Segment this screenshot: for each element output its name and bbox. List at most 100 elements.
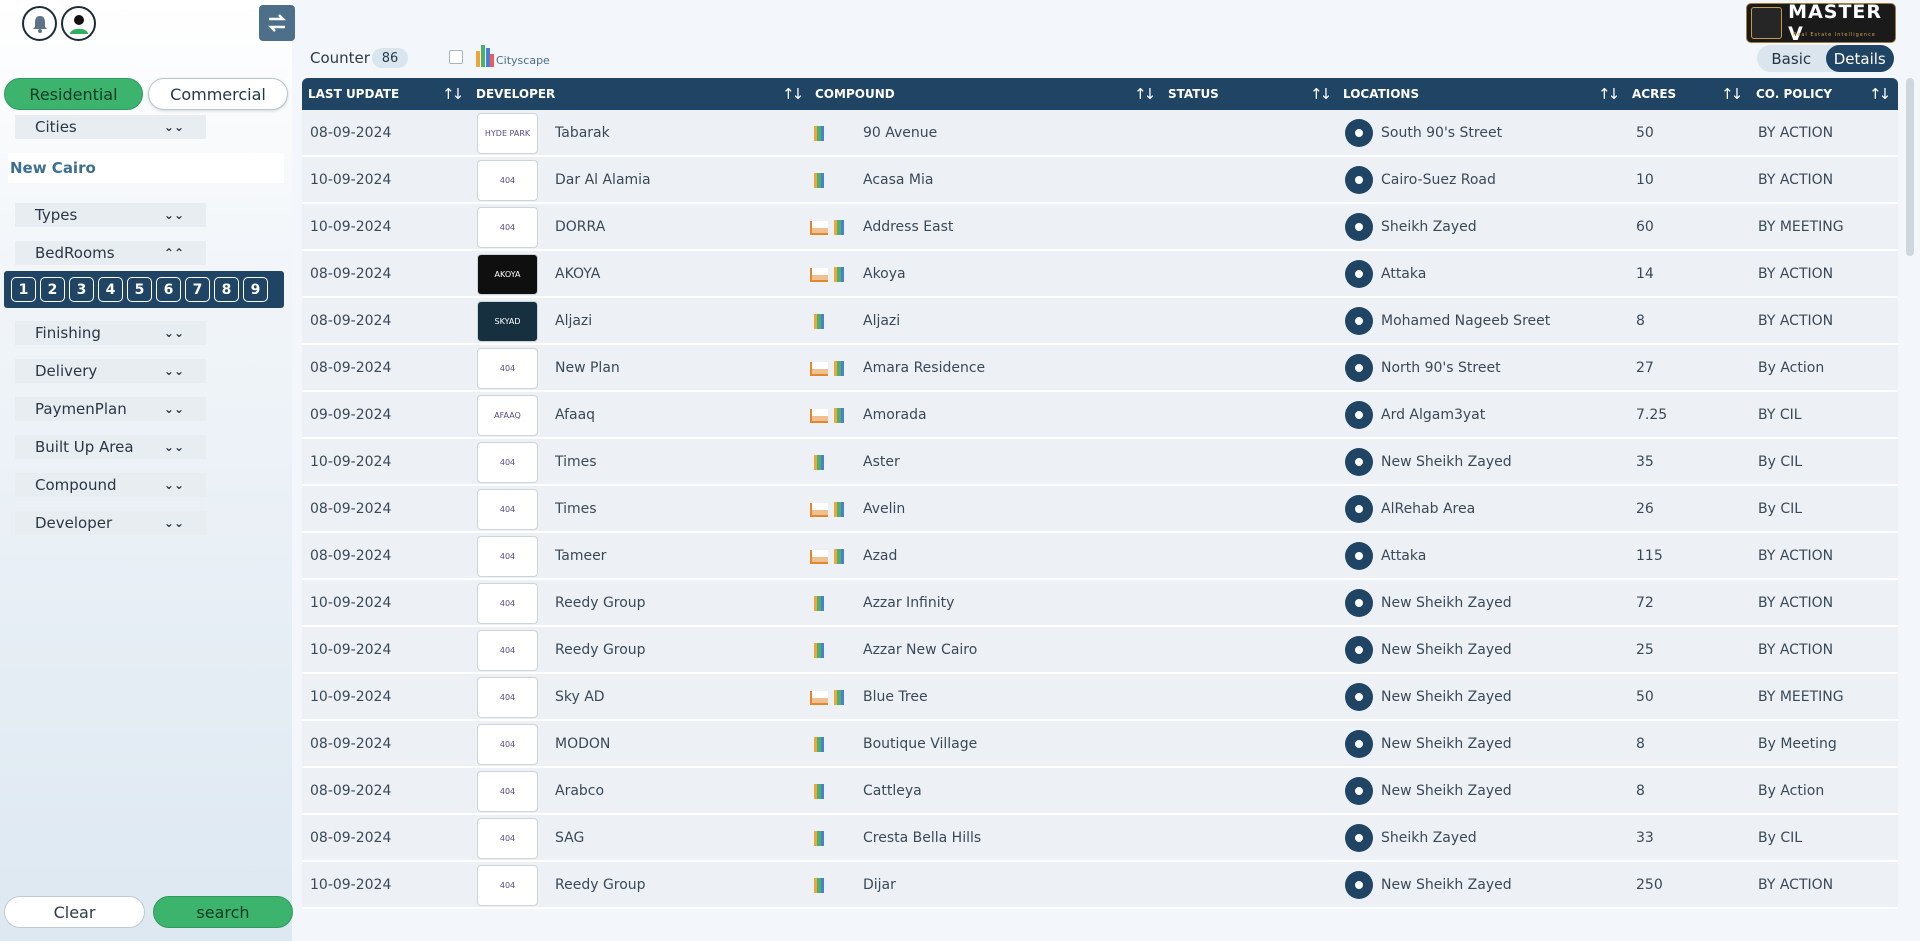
- developer-logo[interactable]: 404: [477, 583, 538, 624]
- location-pin-icon[interactable]: [1345, 401, 1373, 429]
- location-pin-icon[interactable]: [1345, 307, 1373, 335]
- col-acres[interactable]: ACRES: [1632, 78, 1676, 110]
- location-pin-icon[interactable]: [1345, 260, 1373, 288]
- cell-developer[interactable]: Reedy Group: [555, 862, 646, 907]
- location-pin-icon[interactable]: [1345, 871, 1373, 899]
- col-status[interactable]: STATUS: [1168, 78, 1219, 110]
- table-row[interactable]: 08-09-2024 404 Tameer Azad Attaka 115 BY ACTIO…: [302, 533, 1898, 580]
- filter-finishing[interactable]: Finishing ⌄⌄: [15, 321, 206, 345]
- developer-logo[interactable]: 404: [477, 771, 538, 812]
- tab-residential[interactable]: Residential: [4, 78, 143, 110]
- cell-compound[interactable]: Amara Residence: [863, 345, 985, 390]
- view-basic-button[interactable]: Basic: [1757, 45, 1826, 72]
- bedroom-option-8[interactable]: 8: [214, 277, 239, 302]
- developer-logo[interactable]: 404: [477, 348, 538, 389]
- cell-developer[interactable]: Dar Al Alamia: [555, 157, 651, 202]
- search-button[interactable]: search: [153, 896, 293, 928]
- sort-arrows-icon[interactable]: ↑↓: [782, 85, 804, 103]
- location-pin-icon[interactable]: [1345, 119, 1373, 147]
- filter-bedrooms[interactable]: BedRooms ⌃⌃: [15, 241, 206, 265]
- bedroom-option-7[interactable]: 7: [185, 277, 210, 302]
- cell-compound[interactable]: Cattleya: [863, 768, 922, 813]
- cell-developer[interactable]: Tameer: [555, 533, 606, 578]
- cell-compound[interactable]: Aster: [863, 439, 900, 484]
- cell-developer[interactable]: Tabarak: [555, 110, 610, 155]
- developer-logo[interactable]: 404: [477, 724, 538, 765]
- filter-developer[interactable]: Developer ⌄⌄: [15, 511, 206, 535]
- filter-types[interactable]: Types ⌄⌄: [15, 203, 206, 227]
- col-last-update[interactable]: LAST UPDATE: [308, 78, 399, 110]
- bedroom-option-3[interactable]: 3: [69, 277, 94, 302]
- location-pin-icon[interactable]: [1345, 166, 1373, 194]
- sort-arrows-icon[interactable]: ↑↓: [1134, 85, 1156, 103]
- location-pin-icon[interactable]: [1345, 589, 1373, 617]
- location-pin-icon[interactable]: [1345, 824, 1373, 852]
- cell-developer[interactable]: MODON: [555, 721, 610, 766]
- table-row[interactable]: 10-09-2024 404 DORRA Address East Sheikh Zay…: [302, 204, 1898, 251]
- cell-compound[interactable]: Amorada: [863, 392, 927, 437]
- user-profile-icon[interactable]: [61, 6, 96, 41]
- masterplan-icon[interactable]: [810, 691, 828, 705]
- table-row[interactable]: 10-09-2024 404 Times Aster New Sheikh Zayed 3…: [302, 439, 1898, 486]
- sort-arrows-icon[interactable]: ↑↓: [1721, 85, 1743, 103]
- table-row[interactable]: 08-09-2024 HYDE PARK Tabarak 90 Avenue South…: [302, 110, 1898, 157]
- cell-developer[interactable]: SAG: [555, 815, 584, 860]
- cell-compound[interactable]: Akoya: [863, 251, 906, 296]
- table-row[interactable]: 10-09-2024 404 Reedy Group Azzar Infinity Ne…: [302, 580, 1898, 627]
- location-pin-icon[interactable]: [1345, 636, 1373, 664]
- developer-logo[interactable]: 404: [477, 865, 538, 906]
- col-locations[interactable]: LOCATIONS: [1343, 78, 1419, 110]
- filter-payment-plan[interactable]: PaymenPlan ⌄⌄: [15, 397, 206, 421]
- cell-compound[interactable]: Aljazi: [863, 298, 900, 343]
- filter-built-up-area[interactable]: Built Up Area ⌄⌄: [15, 435, 206, 459]
- col-developer[interactable]: DEVELOPER: [476, 78, 555, 110]
- cell-developer[interactable]: New Plan: [555, 345, 620, 390]
- developer-logo[interactable]: AKOYA: [477, 254, 538, 295]
- table-row[interactable]: 09-09-2024 AFAAQ Afaaq Amorada Ard Algam3yat…: [302, 392, 1898, 439]
- filter-cities[interactable]: Cities ⌄⌄: [15, 115, 206, 139]
- location-pin-icon[interactable]: [1345, 213, 1373, 241]
- cell-compound[interactable]: Acasa Mia: [863, 157, 933, 202]
- notifications-icon[interactable]: [22, 6, 57, 41]
- cell-developer[interactable]: Sky AD: [555, 674, 605, 719]
- masterplan-icon[interactable]: [810, 503, 828, 517]
- developer-logo[interactable]: HYDE PARK: [477, 113, 538, 154]
- table-row[interactable]: 10-09-2024 404 Reedy Group Azzar New Cairo N…: [302, 627, 1898, 674]
- sort-arrows-icon[interactable]: ↑↓: [1310, 85, 1332, 103]
- masterplan-icon[interactable]: [810, 362, 828, 376]
- location-pin-icon[interactable]: [1345, 777, 1373, 805]
- bedroom-option-1[interactable]: 1: [11, 277, 36, 302]
- col-compound[interactable]: COMPOUND: [815, 78, 895, 110]
- selected-city[interactable]: New Cairo: [8, 153, 284, 183]
- table-row[interactable]: 08-09-2024 AKOYA AKOYA Akoya Attaka 14 BY ACTI…: [302, 251, 1898, 298]
- bedroom-option-9[interactable]: 9: [243, 277, 268, 302]
- developer-logo[interactable]: 404: [477, 818, 538, 859]
- developer-logo[interactable]: 404: [477, 442, 538, 483]
- view-details-button[interactable]: Details: [1825, 45, 1894, 72]
- cell-developer[interactable]: Aljazi: [555, 298, 592, 343]
- developer-logo[interactable]: SKYAD: [477, 301, 538, 342]
- sort-arrows-icon[interactable]: ↑↓: [1869, 85, 1891, 103]
- table-row[interactable]: 08-09-2024 404 SAG Cresta Bella Hills Sheikh…: [302, 815, 1898, 862]
- table-row[interactable]: 10-09-2024 404 Sky AD Blue Tree New Sheikh Z…: [302, 674, 1898, 721]
- table-row[interactable]: 08-09-2024 404 MODON Boutique Village New Sh…: [302, 721, 1898, 768]
- location-pin-icon[interactable]: [1345, 448, 1373, 476]
- bedroom-option-2[interactable]: 2: [40, 277, 65, 302]
- cell-compound[interactable]: Avelin: [863, 486, 905, 531]
- location-pin-icon[interactable]: [1345, 354, 1373, 382]
- masterplan-icon[interactable]: [810, 409, 828, 423]
- table-row[interactable]: 08-09-2024 SKYAD Aljazi Aljazi Mohamed Nagee…: [302, 298, 1898, 345]
- cell-compound[interactable]: Blue Tree: [863, 674, 928, 719]
- table-row[interactable]: 08-09-2024 404 Arabco Cattleya New Sheikh Za…: [302, 768, 1898, 815]
- table-row[interactable]: 10-09-2024 404 Dar Al Alamia Acasa Mia Cairo…: [302, 157, 1898, 204]
- cell-compound[interactable]: Dijar: [863, 862, 896, 907]
- tab-commercial[interactable]: Commercial: [148, 78, 288, 110]
- developer-logo[interactable]: 404: [477, 489, 538, 530]
- cell-developer[interactable]: Reedy Group: [555, 627, 646, 672]
- cell-developer[interactable]: Arabco: [555, 768, 604, 813]
- masterplan-icon[interactable]: [810, 221, 828, 235]
- cell-compound[interactable]: Cresta Bella Hills: [863, 815, 981, 860]
- table-row[interactable]: 10-09-2024 404 Reedy Group Dijar New Sheikh …: [302, 862, 1898, 909]
- masterplan-icon[interactable]: [810, 268, 828, 282]
- cell-developer[interactable]: AKOYA: [555, 251, 600, 296]
